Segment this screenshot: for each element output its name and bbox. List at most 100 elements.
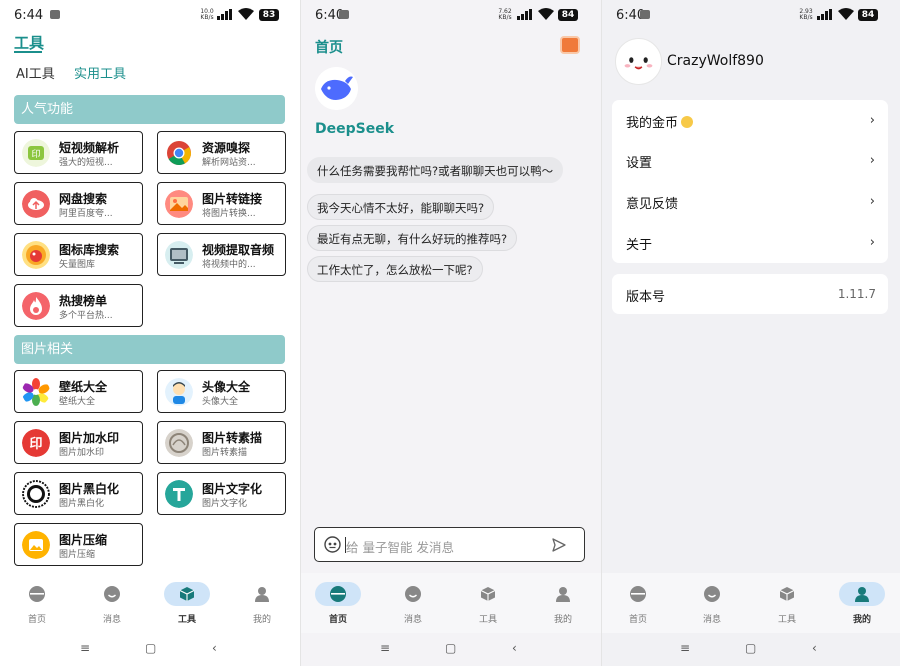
nav-profile[interactable]: 我的	[838, 582, 886, 628]
message-icon	[104, 586, 120, 602]
nav-home[interactable]: 首页	[614, 582, 662, 628]
robot-icon	[324, 536, 341, 553]
svg-text:印: 印	[29, 437, 42, 452]
card-title: 图片转链接	[202, 192, 263, 206]
chevron-right-icon: ›	[869, 235, 875, 250]
suggestion-chip[interactable]: 最近有点无聊，有什么好玩的推荐吗?	[307, 225, 518, 251]
tool-card-resource-sniff[interactable]: 资源嗅探 解析网站资...	[157, 131, 286, 174]
status-bar: 6:40 7.62 KB/s 84	[301, 0, 601, 30]
status-bar: 6:40 2.93 KB/s 84	[602, 0, 900, 30]
profile-screen: 6:40 2.93 KB/s 84 CrazyWolf890 我的金币 › 设置 …	[602, 0, 900, 666]
card-subtitle: 多个平台热...	[59, 311, 113, 321]
menu-item-coins[interactable]: 我的金币 ›	[612, 100, 888, 140]
battery-indicator: 84	[558, 9, 578, 21]
system-nav-bar: ≡ ▢ ‹	[301, 638, 601, 662]
home-key[interactable]: ▢	[145, 641, 156, 655]
tool-card-wallpaper[interactable]: 壁纸大全 壁纸大全	[14, 370, 143, 413]
home-chat-screen: 6:40 7.62 KB/s 84 首页 DeepSeek 什么任务需要我帮忙吗?…	[301, 0, 601, 666]
signal-icon	[517, 9, 533, 20]
card-subtitle: 强大的短视...	[59, 158, 113, 168]
notification-icon	[640, 10, 650, 19]
card-subtitle: 壁纸大全	[59, 397, 96, 407]
nav-tools[interactable]: 工具	[464, 582, 512, 628]
tools-icon	[779, 587, 795, 601]
nav-tools[interactable]: 工具	[163, 582, 211, 628]
tool-card-black-white[interactable]: 图片黑白化 图片黑白化	[14, 472, 143, 515]
notification-icon	[339, 10, 349, 19]
card-title: 资源嗅探	[202, 141, 251, 155]
nav-tools[interactable]: 工具	[763, 582, 811, 628]
nav-messages[interactable]: 消息	[389, 582, 437, 628]
input-placeholder: 给 量子智能 发消息	[346, 540, 454, 555]
nav-profile[interactable]: 我的	[539, 582, 587, 628]
nav-home[interactable]: 首页	[13, 582, 61, 628]
back-key[interactable]: ‹	[212, 641, 217, 655]
title-underline	[14, 51, 42, 53]
nav-home[interactable]: 首页	[314, 582, 362, 628]
send-icon[interactable]	[551, 537, 567, 553]
tool-card-image-text[interactable]: 图片文字化 图片文字化	[157, 472, 286, 515]
suggestion-chip[interactable]: 工作太忙了，怎么放松一下呢?	[307, 256, 483, 282]
tool-card-watermark[interactable]: 印 图片加水印 图片加水印	[14, 421, 143, 464]
card-subtitle: 图片文字化	[202, 499, 248, 509]
card-title: 图片转素描	[202, 431, 263, 445]
tool-card-image-link[interactable]: 图片转链接 将图片转换...	[157, 182, 286, 225]
home-key[interactable]: ▢	[745, 641, 756, 655]
tab-utility-tools[interactable]: 实用工具	[74, 63, 126, 82]
back-key[interactable]: ‹	[812, 641, 817, 655]
tab-ai-tools[interactable]: AI工具	[16, 63, 55, 82]
card-title: 视频提取音频	[202, 243, 275, 257]
back-key[interactable]: ‹	[512, 641, 517, 655]
card-title: 壁纸大全	[59, 380, 108, 394]
tools-screen: 6:44 10.0 KB/s 83 工具 AI工具 实用工具 人气功能 印 短视频…	[0, 0, 300, 666]
tool-card-video-parse[interactable]: 印 短视频解析 强大的短视...	[14, 131, 143, 174]
tool-card-cloud-search[interactable]: 网盘搜索 阿里百度夸...	[14, 182, 143, 225]
home-key[interactable]: ▢	[445, 641, 456, 655]
tool-card-hot-search[interactable]: 热搜榜单 多个平台热...	[14, 284, 143, 327]
card-title: 短视频解析	[59, 141, 120, 155]
nav-profile[interactable]: 我的	[238, 582, 286, 628]
avatar[interactable]	[615, 38, 662, 85]
nav-label: 工具	[177, 615, 196, 625]
image-link-icon	[165, 190, 193, 218]
text-icon	[165, 480, 193, 508]
calendar-icon[interactable]	[560, 36, 580, 54]
suggestion-chip[interactable]: 我今天心情不太好，能聊聊天吗?	[307, 194, 495, 220]
tool-card-compress[interactable]: 图片压缩 图片压缩	[14, 523, 143, 566]
tool-card-avatar[interactable]: 头像大全 头像大全	[157, 370, 286, 413]
card-subtitle: 矢量图库	[59, 260, 96, 270]
avatar-icon	[165, 378, 193, 406]
nav-label: 我的	[252, 615, 271, 625]
card-title: 图标库搜索	[59, 243, 120, 257]
tool-card-icon-library[interactable]: 图标库搜索 矢量图库	[14, 233, 143, 276]
status-bar: 6:44 10.0 KB/s 83	[0, 0, 300, 30]
menu-item-settings[interactable]: 设置 ›	[612, 140, 888, 180]
chevron-right-icon: ›	[869, 113, 875, 128]
nav-messages[interactable]: 消息	[88, 582, 136, 628]
notification-icon	[50, 10, 60, 19]
card-title: 图片压缩	[59, 533, 108, 547]
page-title: 首页	[315, 40, 343, 56]
menu-key[interactable]: ≡	[380, 641, 390, 655]
home-icon	[630, 586, 646, 602]
profile-icon	[556, 587, 570, 602]
message-icon	[405, 586, 421, 602]
deepseek-logo-icon	[315, 67, 358, 110]
menu-key[interactable]: ≡	[680, 641, 690, 655]
icon-library-icon	[22, 241, 50, 269]
tool-card-sketch[interactable]: 图片转素描 图片转素描	[157, 421, 286, 464]
nav-label: 首页	[328, 615, 347, 625]
menu-key[interactable]: ≡	[80, 641, 90, 655]
signal-icon	[817, 9, 833, 20]
card-subtitle: 图片黑白化	[59, 499, 105, 509]
nav-messages[interactable]: 消息	[688, 582, 736, 628]
message-input[interactable]: 给 量子智能 发消息	[314, 527, 585, 562]
card-title: 图片文字化	[202, 482, 263, 496]
card-title: 图片加水印	[59, 431, 120, 445]
section-header-image: 图片相关	[14, 335, 285, 364]
card-subtitle: 解析网站资...	[202, 158, 256, 168]
tool-card-audio-extract[interactable]: 视频提取音频 将视频中的...	[157, 233, 286, 276]
menu-item-feedback[interactable]: 意见反馈 ›	[612, 181, 888, 221]
menu-item-about[interactable]: 关于 ›	[612, 222, 888, 262]
wifi-icon	[838, 8, 854, 20]
